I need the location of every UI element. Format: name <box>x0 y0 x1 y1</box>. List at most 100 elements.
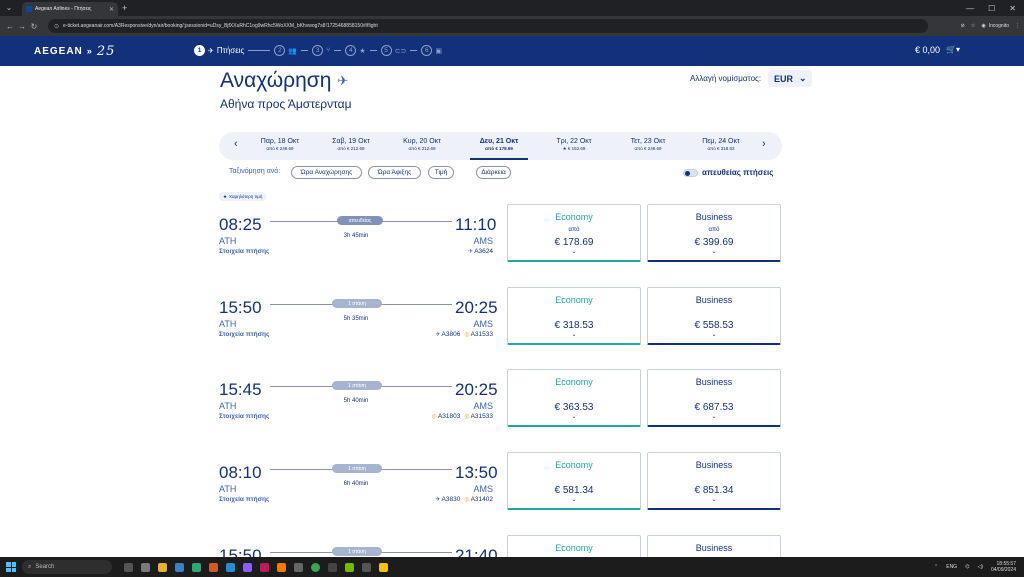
taskbar-search[interactable]: ⌕ Search <box>22 560 112 574</box>
business-fare-card[interactable]: Business € 687.53 ⌄ <box>647 369 781 427</box>
business-fare-card[interactable]: Business € 851.34 ⌄ <box>647 452 781 510</box>
fare-price: € 851.34 <box>694 485 734 496</box>
browser-tabbar: ⌄ Aegean Airlines - Πτήσεις ✕ + — ☐ ✕ <box>0 0 1024 16</box>
chrome-icon[interactable] <box>311 562 320 572</box>
tray-chevron-icon[interactable]: ⌃ <box>934 564 938 570</box>
direct-flights-toggle[interactable] <box>683 169 698 177</box>
economy-fare-card[interactable]: Economy € 318.53 ⌄ <box>507 287 641 345</box>
step-confirmation[interactable]: 6 ▣ <box>421 45 442 56</box>
file-explorer-icon[interactable] <box>158 562 167 572</box>
flight-row: 08:25 απευθείας 3h 45min 11:10 ATH AMS Σ… <box>219 204 781 271</box>
business-fare-card[interactable]: Business από € 399.69 ⌄ <box>647 204 781 262</box>
date-option[interactable]: Τρι, 22 Οκτ ★ € 152.69 <box>541 138 607 152</box>
step-divider <box>369 50 377 51</box>
date-option[interactable]: Τετ, 23 Οκτ από € 248.69 <box>615 138 681 151</box>
app-icon[interactable] <box>260 562 269 572</box>
app-icon[interactable] <box>226 562 235 572</box>
maximize-icon[interactable]: ☐ <box>988 4 995 13</box>
firefox-icon[interactable] <box>277 562 286 572</box>
star-icon: ★ <box>359 47 366 55</box>
arrival-airport: AMS <box>473 236 493 246</box>
passengers-icon: 👥 <box>288 47 298 55</box>
sort-price-button[interactable]: Τιμή <box>428 166 454 179</box>
clock[interactable]: 18:55:57 04/09/2024 <box>991 561 1016 573</box>
flight-details-link[interactable]: Στοιχεία πτήσης <box>219 413 269 420</box>
chevron-down-icon: ⌄ <box>571 414 577 420</box>
date-option[interactable]: Πεμ, 24 Οκτ από € 318.53 <box>688 138 754 151</box>
sort-duration-button[interactable]: Διάρκεια <box>476 166 511 179</box>
sort-arrival-button[interactable]: Ώρα Άφιξης <box>368 166 421 179</box>
chevron-down-icon: ⌄ <box>711 249 717 255</box>
chevron-down-icon: ⌄ <box>571 249 577 255</box>
windows-start-icon[interactable] <box>6 562 16 572</box>
app-icon[interactable] <box>362 562 371 572</box>
forward-icon[interactable]: → <box>16 22 28 31</box>
cabin-label: Business <box>695 295 733 305</box>
prev-dates-arrow-icon[interactable]: ‹ <box>234 138 238 150</box>
app-icon[interactable] <box>175 562 184 572</box>
economy-fare-card[interactable]: Economy <box>507 535 641 557</box>
business-fare-card[interactable]: Business <box>647 535 781 557</box>
new-tab-icon[interactable]: + <box>122 3 127 13</box>
date-option[interactable]: Κυρ, 20 Οκτ από € 212.69 <box>389 138 455 151</box>
url-input[interactable]: ⊙ e-ticket.aegeanair.com/A3Responsive/dy… <box>48 19 928 33</box>
cart-total[interactable]: € 0,00 <box>915 45 940 55</box>
app-icon[interactable] <box>209 562 218 572</box>
step-flights[interactable]: 1 ✈ Πτήσεις <box>194 45 244 56</box>
next-dates-arrow-icon[interactable]: › <box>762 138 766 150</box>
incognito-indicator[interactable]: ◉ Incognito <box>981 23 1009 29</box>
economy-fare-card[interactable]: Economy € 363.53 ⌄ <box>507 369 641 427</box>
economy-fare-card[interactable]: Economy € 581.34 ⌄ <box>507 452 641 510</box>
eye-off-icon[interactable]: ⊘ <box>961 23 965 29</box>
step-number: 4 <box>345 45 357 56</box>
step-payment[interactable]: 5 ⊂⊃ <box>380 45 406 56</box>
browser-menu-icon[interactable]: ⋮ <box>1015 23 1020 29</box>
duration: 6h 40min <box>343 481 369 487</box>
step-extras[interactable]: 4 ★ <box>345 45 366 56</box>
browser-tab[interactable]: Aegean Airlines - Πτήσεις ✕ <box>22 2 118 16</box>
step-passengers[interactable]: 2 👥 <box>274 45 297 56</box>
tab-menu-icon[interactable]: ⌄ <box>2 2 16 14</box>
site-info-icon[interactable]: ⊙ <box>54 23 59 30</box>
chevron-down-icon: ⌄ <box>711 414 717 420</box>
taskbar-apps <box>124 562 388 572</box>
app-icon[interactable] <box>192 562 201 572</box>
task-view-icon[interactable] <box>124 562 133 572</box>
settings-icon[interactable] <box>141 562 150 572</box>
date-option[interactable]: Παρ, 18 Οκτ από € 248.69 <box>247 138 313 151</box>
lowest-price-text: Χαμηλότερη τιμή <box>229 194 263 199</box>
reload-icon[interactable]: ↻ <box>28 22 40 31</box>
app-icon[interactable] <box>328 562 337 572</box>
app-icon[interactable] <box>243 562 252 572</box>
flight-details-link[interactable]: Στοιχεία πτήσης <box>219 248 269 255</box>
window-close-icon[interactable]: ✕ <box>1009 4 1016 13</box>
departure-time: 08:25 <box>219 215 262 234</box>
back-icon[interactable]: ← <box>4 22 16 31</box>
bookmark-star-icon[interactable]: ☆ <box>971 23 975 29</box>
close-tab-icon[interactable]: ✕ <box>109 6 114 13</box>
volume-icon[interactable]: ◁) <box>977 564 983 570</box>
cart-icon[interactable]: 🛒▾ <box>946 45 960 54</box>
arrival-airport: AMS <box>473 484 493 494</box>
date-option-selected[interactable]: Δευ, 21 Οκτ από € 178.69 <box>466 138 532 160</box>
flight-details-link[interactable]: Στοιχεία πτήσης <box>219 496 269 503</box>
aegean-logo[interactable]: AEGEAN » 25 <box>34 44 115 59</box>
business-fare-card[interactable]: Business € 558.53 ⌄ <box>647 287 781 345</box>
flight-details-link[interactable]: Στοιχεία πτήσης <box>219 331 269 338</box>
currency-select[interactable]: EUR ⌄ <box>768 70 812 87</box>
app-icon[interactable] <box>294 562 303 572</box>
flight-number-text: A3830 <box>441 496 461 503</box>
language-indicator[interactable]: ENG <box>946 564 957 570</box>
date-option[interactable]: Σαβ, 19 Οκτ από € 212.69 <box>318 138 384 151</box>
page-title: Αναχώρηση ✈ <box>220 69 348 93</box>
step-seats[interactable]: 3 ⑂ <box>312 45 330 56</box>
fare-price: € 558.53 <box>694 320 734 331</box>
flight-row: 15:45 1 στάση 5h 40min 20:25 ATH AMS Στο… <box>219 369 781 436</box>
economy-fare-card[interactable]: Economy από € 178.69 ⌄ <box>507 204 641 262</box>
sort-departure-button[interactable]: Ώρα Αναχώρησης <box>291 166 362 179</box>
minimize-icon[interactable]: — <box>966 4 974 13</box>
date-label: Κυρ, 20 Οκτ <box>403 138 441 145</box>
nvidia-icon[interactable] <box>345 562 354 572</box>
sticky-notes-icon[interactable] <box>379 562 388 572</box>
network-icon[interactable]: ⌬ <box>965 564 969 570</box>
